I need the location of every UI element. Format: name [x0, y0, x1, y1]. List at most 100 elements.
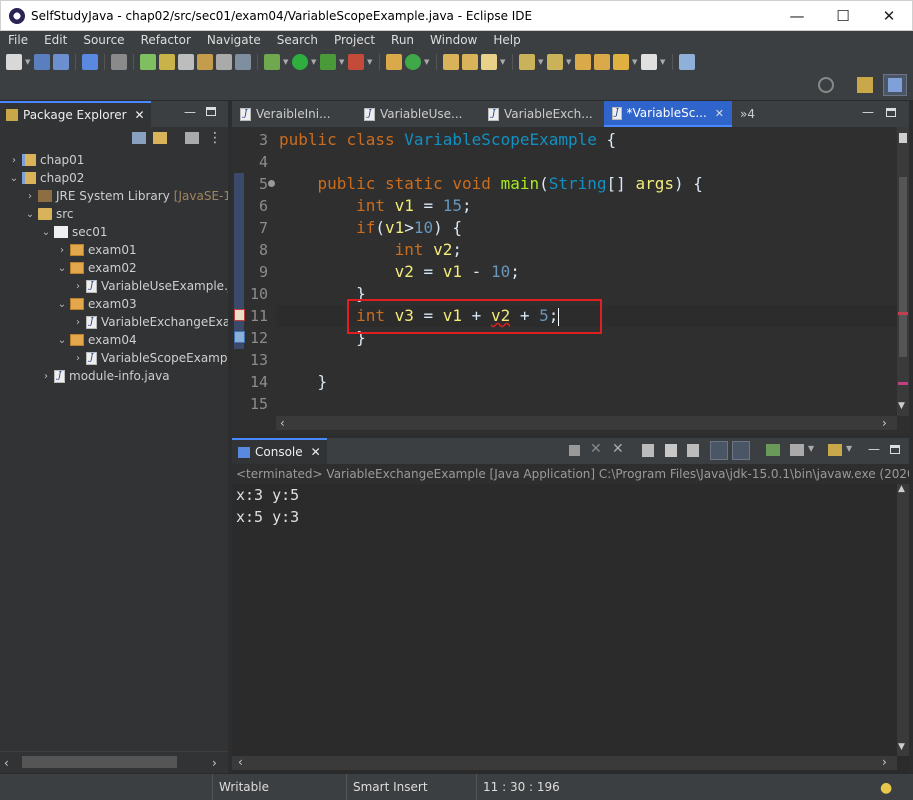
- tree-item[interactable]: › chap01: [8, 151, 84, 169]
- menu-refactor[interactable]: Refactor: [133, 33, 199, 47]
- scroll-lock-icon[interactable]: [665, 444, 677, 457]
- editor-hscroll[interactable]: ‹ ›: [276, 416, 897, 430]
- minimize-view-icon[interactable]: —: [184, 105, 196, 119]
- previous-annotation-icon[interactable]: [547, 54, 563, 70]
- chevron-down-icon[interactable]: ⌄: [8, 173, 20, 184]
- console-scroll-left-icon[interactable]: ‹: [238, 755, 243, 769]
- vscroll-thumb[interactable]: [899, 177, 907, 357]
- show-on-stderr-icon[interactable]: [732, 441, 750, 460]
- code-line[interactable]: }: [279, 371, 328, 393]
- open-console-icon[interactable]: [82, 54, 98, 70]
- view-menu-icon[interactable]: ⋮: [208, 130, 222, 146]
- forward-history-icon[interactable]: [594, 54, 610, 70]
- toggle-mark-occurrences-icon[interactable]: [159, 54, 175, 70]
- next-annotation-icon[interactable]: [519, 54, 535, 70]
- console-output[interactable]: x:3 y:5 x:5 y:3: [236, 484, 896, 528]
- menu-window[interactable]: Window: [422, 33, 485, 47]
- chevron-down-icon[interactable]: ⌄: [24, 209, 36, 220]
- error-icon[interactable]: [234, 309, 245, 321]
- open-console-dropdown-icon[interactable]: [828, 444, 842, 456]
- chevron-down-icon[interactable]: ⌄: [56, 335, 68, 346]
- menu-edit[interactable]: Edit: [36, 33, 75, 47]
- search-toolbar-icon[interactable]: [481, 54, 497, 70]
- run-icon[interactable]: [292, 54, 308, 70]
- close-window-button[interactable]: ✕: [866, 1, 912, 31]
- code-line[interactable]: int v2;: [279, 239, 462, 261]
- chevron-down-icon[interactable]: ⌄: [56, 263, 68, 274]
- tree-item[interactable]: › J VariableExchangeExar: [72, 313, 228, 331]
- console-maximize-icon[interactable]: [890, 445, 900, 454]
- hscroll-thumb[interactable]: [22, 756, 177, 768]
- menu-source[interactable]: Source: [75, 33, 132, 47]
- chevron-right-icon[interactable]: ›: [72, 317, 84, 328]
- close-icon[interactable]: ✕: [311, 445, 321, 459]
- editor-tab[interactable]: J VeraibleIni...: [232, 101, 356, 127]
- tree-item[interactable]: ⌄ sec01: [40, 223, 108, 241]
- tree-item[interactable]: › J VariableUseExample.ja: [72, 277, 228, 295]
- code-line[interactable]: public static void main(String[] args) {: [279, 173, 703, 195]
- pin-editor-icon[interactable]: [679, 54, 695, 70]
- chevron-right-icon[interactable]: ›: [56, 245, 68, 256]
- forward-icon[interactable]: [641, 54, 657, 70]
- close-icon[interactable]: ✕: [135, 108, 145, 122]
- collapse-all-icon[interactable]: [132, 132, 146, 144]
- breadcrumb-icon[interactable]: [178, 54, 194, 70]
- menu-help[interactable]: Help: [485, 33, 528, 47]
- open-type-icon[interactable]: [443, 54, 459, 70]
- close-icon[interactable]: ✕: [715, 107, 724, 120]
- chevron-down-icon[interactable]: ⌄: [56, 299, 68, 310]
- code-line[interactable]: int v1 = 15;: [279, 195, 472, 217]
- java-perspective-button[interactable]: [883, 74, 907, 96]
- tree-item[interactable]: › J VariableScopeExample: [72, 349, 228, 367]
- show-on-stdout-icon[interactable]: [710, 441, 728, 460]
- open-perspective-icon[interactable]: [857, 77, 873, 93]
- tree-item[interactable]: ⌄ exam02: [56, 259, 137, 277]
- tab-overflow[interactable]: »4: [732, 101, 763, 127]
- pin-console-icon[interactable]: [766, 444, 780, 456]
- console-minimize-icon[interactable]: —: [868, 442, 880, 456]
- console-scroll-up-icon[interactable]: ▲: [898, 484, 905, 494]
- display-console-icon[interactable]: [790, 444, 804, 456]
- error-marker[interactable]: [898, 312, 908, 315]
- external-tools-icon[interactable]: [348, 54, 364, 70]
- console-scroll-right-icon[interactable]: ›: [882, 755, 887, 769]
- editor-maximize-icon[interactable]: [886, 108, 896, 117]
- menu-run[interactable]: Run: [383, 33, 422, 47]
- terminate-icon[interactable]: [569, 445, 580, 456]
- tree-item[interactable]: ⌄ exam04: [56, 331, 137, 349]
- maximize-view-icon[interactable]: [206, 107, 216, 116]
- toggle-ant-icon[interactable]: [140, 54, 156, 70]
- save-icon[interactable]: [34, 54, 50, 70]
- tree-item[interactable]: › JRE System Library[JavaSE-14]: [24, 187, 228, 205]
- editor-tab[interactable]: J VariableExch...: [480, 101, 604, 127]
- link-with-editor-icon[interactable]: [153, 132, 167, 144]
- chevron-down-icon[interactable]: ⌄: [40, 227, 52, 238]
- clear-console-icon[interactable]: [642, 444, 654, 457]
- chevron-right-icon[interactable]: ›: [24, 191, 36, 202]
- console-hscroll[interactable]: ‹ ›: [232, 755, 897, 770]
- debug-icon[interactable]: [264, 54, 280, 70]
- new-dropdown-icon[interactable]: ▼: [25, 54, 31, 70]
- code-line[interactable]: if(v1>10) {: [279, 217, 462, 239]
- word-wrap-icon[interactable]: [687, 444, 699, 457]
- editor-vscroll[interactable]: ▼: [897, 127, 909, 416]
- filters-icon[interactable]: [185, 132, 199, 144]
- tree-item[interactable]: › Jmodule-info.java: [40, 367, 170, 385]
- editor-scroll-left-icon[interactable]: ‹: [280, 416, 285, 430]
- tips-icon[interactable]: ●: [880, 780, 892, 796]
- code-line[interactable]: public class VariableScopeExample {: [279, 129, 616, 151]
- show-whitespace-icon[interactable]: [216, 54, 232, 70]
- new-java-project-icon[interactable]: [386, 54, 402, 70]
- search-icon[interactable]: [818, 77, 834, 93]
- skip-breakpoints-icon[interactable]: [111, 54, 127, 70]
- last-edit-icon[interactable]: [575, 54, 591, 70]
- editor-minimize-icon[interactable]: —: [862, 105, 874, 119]
- tree-item[interactable]: › exam01: [56, 241, 137, 259]
- remove-launch-icon[interactable]: ✕: [590, 441, 602, 457]
- open-task-icon[interactable]: [462, 54, 478, 70]
- warning-marker[interactable]: [898, 382, 908, 385]
- menu-search[interactable]: Search: [269, 33, 326, 47]
- insert-mode-status[interactable]: Smart Insert: [346, 774, 476, 800]
- maximize-button[interactable]: ☐: [820, 1, 866, 31]
- editor-tab[interactable]: J VariableUse...: [356, 101, 480, 127]
